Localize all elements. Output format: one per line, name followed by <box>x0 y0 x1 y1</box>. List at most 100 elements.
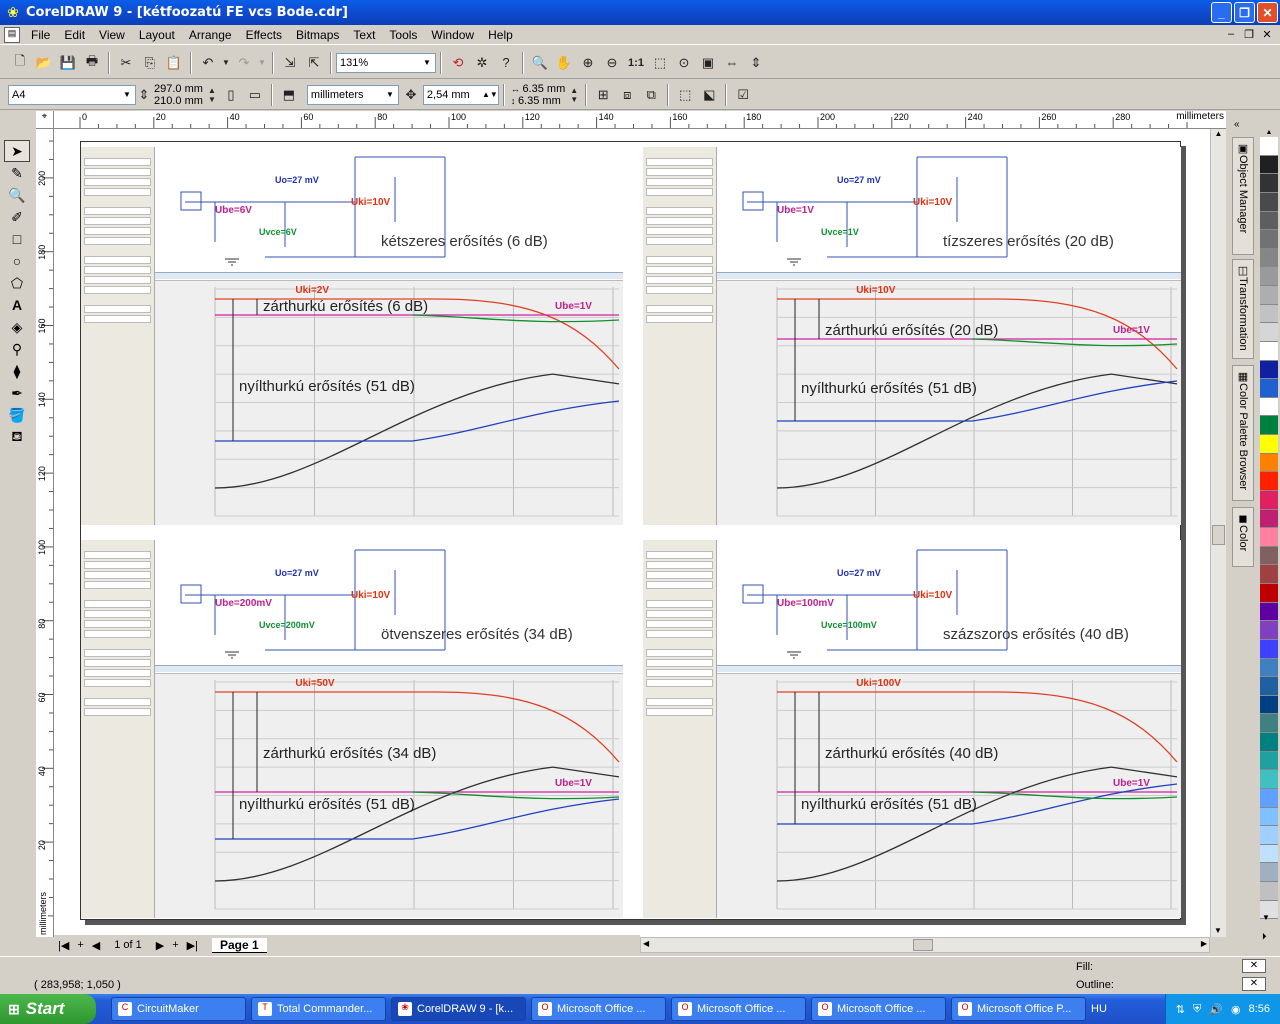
scroll-left-icon[interactable]: ◀ <box>643 939 649 948</box>
last-page-icon[interactable]: ▶| <box>187 939 198 952</box>
snap-to-objects-icon[interactable]: ⧉ <box>640 84 662 106</box>
import-icon[interactable]: ⇲ <box>279 52 301 74</box>
color-swatch[interactable] <box>1260 751 1278 771</box>
docker-transformation[interactable]: ◫ Transformation <box>1232 259 1254 359</box>
corel-online-icon[interactable]: ✲ <box>471 52 493 74</box>
duplicate-distance[interactable]: ↔ 6.35 mm ↕ 6.35 mm <box>511 83 565 107</box>
ruler-origin[interactable]: ⌖ <box>36 111 54 129</box>
pick-tool-icon[interactable]: ➤ <box>4 140 30 162</box>
panel-scrollbar[interactable] <box>717 665 1181 672</box>
menu-view[interactable]: View <box>92 25 132 45</box>
color-swatch[interactable] <box>1260 397 1278 417</box>
whats-this-icon[interactable]: ? <box>495 52 517 74</box>
color-swatch[interactable] <box>1260 621 1278 640</box>
hand-tool-icon[interactable]: ✋ <box>553 52 575 74</box>
menu-file[interactable]: File <box>24 25 57 45</box>
color-swatch[interactable] <box>1260 695 1278 715</box>
start-button[interactable]: ⊞ Start <box>0 994 96 1024</box>
drawing-page[interactable]: Uo=27 mV Ube=6V Uki=10V Uvce=6V kétszeres er… <box>80 141 1181 920</box>
menu-bitmaps[interactable]: Bitmaps <box>289 25 346 45</box>
prev-page-icon[interactable]: ◀ <box>92 939 100 952</box>
menu-edit[interactable]: Edit <box>57 25 92 45</box>
menu-effects[interactable]: Effects <box>239 25 289 45</box>
color-swatch[interactable] <box>1260 155 1278 175</box>
task-total-commander[interactable]: T Total Commander... <box>251 997 386 1021</box>
draw-wireframe-icon[interactable]: ⬕ <box>698 84 720 106</box>
menu-layout[interactable]: Layout <box>132 25 182 45</box>
spinner-icon[interactable]: ▲▼ <box>568 84 580 106</box>
zoom-out-icon[interactable]: ⊖ <box>601 52 623 74</box>
add-page-before-icon[interactable]: + <box>77 939 83 951</box>
redo-icon[interactable]: ↷ <box>233 52 255 74</box>
color-swatch[interactable] <box>1260 844 1278 864</box>
snap-to-grid-icon[interactable]: ⊞ <box>592 84 614 106</box>
zoom-level-combo[interactable]: 131% ▼ <box>336 52 436 73</box>
duplicate-x-field[interactable]: ↔ 6.35 mm <box>511 83 565 95</box>
rectangle-tool-icon[interactable]: □ <box>4 228 30 250</box>
docker-collapse-icon[interactable]: « <box>1234 119 1240 130</box>
docker-object-manager[interactable]: ▣ Object Manager <box>1232 137 1254 255</box>
color-swatch[interactable] <box>1260 453 1278 473</box>
doc-restore-icon[interactable]: ❐ <box>1242 28 1256 41</box>
color-swatch[interactable] <box>1260 230 1278 249</box>
shape-tool-icon[interactable]: ✎ <box>4 162 30 184</box>
interactive-fill-icon[interactable]: ◈ <box>4 316 30 338</box>
interactive-blend-icon[interactable]: ⧫ <box>4 360 30 382</box>
zoom-width-icon[interactable]: ⇔ <box>721 52 743 74</box>
menu-tools[interactable]: Tools <box>382 25 424 45</box>
drawing-canvas[interactable]: Uo=27 mV Ube=6V Uki=10V Uvce=6V kétszeres er… <box>54 129 1226 937</box>
task-office-2[interactable]: O Microsoft Office ... <box>671 997 806 1021</box>
color-swatch[interactable] <box>1260 863 1278 882</box>
zoom-actual-icon[interactable]: 1:1 <box>625 52 647 74</box>
color-swatch[interactable] <box>1260 677 1278 696</box>
zoom-all-icon[interactable]: ⊙ <box>673 52 695 74</box>
tray-icon-volume[interactable]: 🔊 <box>1209 1003 1223 1016</box>
outline-none-icon[interactable]: ✕ <box>1242 977 1266 991</box>
application-launcher-icon[interactable]: ⟲ <box>447 52 469 74</box>
panel-scrollbar[interactable] <box>155 272 623 279</box>
task-office-3[interactable]: O Microsoft Office ... <box>811 997 946 1021</box>
palette-scroll-up-icon[interactable]: ▲ <box>1258 129 1280 137</box>
color-swatch[interactable] <box>1260 714 1278 733</box>
new-icon[interactable]: 🗋 <box>9 52 31 74</box>
color-swatch[interactable] <box>1260 733 1278 752</box>
color-swatch[interactable] <box>1260 509 1278 529</box>
color-swatch[interactable] <box>1260 639 1278 659</box>
color-swatch[interactable] <box>1260 341 1278 361</box>
fill-none-icon[interactable]: ✕ <box>1242 959 1266 973</box>
task-circuitmaker[interactable]: C CircuitMaker <box>111 997 246 1021</box>
color-swatch[interactable] <box>1260 248 1278 268</box>
color-swatch[interactable] <box>1260 267 1278 286</box>
color-swatch[interactable] <box>1260 286 1278 305</box>
close-button[interactable]: ✕ <box>1257 2 1278 23</box>
zoom-in-icon[interactable]: ⊕ <box>577 52 599 74</box>
color-swatch[interactable] <box>1260 304 1278 324</box>
horizontal-ruler[interactable]: 0 20 40 60 80 100 120 140 160 180 200 220 240 260 280 … <box>54 111 1226 129</box>
color-swatch[interactable] <box>1260 770 1278 789</box>
polygon-tool-icon[interactable]: ⬠ <box>4 272 30 294</box>
restore-button[interactable]: ❐ <box>1234 2 1255 23</box>
zoom-page-icon[interactable]: ▣ <box>697 52 719 74</box>
color-swatch[interactable] <box>1260 323 1278 342</box>
color-swatch[interactable] <box>1260 826 1278 845</box>
docker-color-palette-browser[interactable]: ▦ Color Palette Browser <box>1232 365 1254 501</box>
panel-scrollbar[interactable] <box>717 272 1181 279</box>
color-swatch[interactable] <box>1260 174 1278 193</box>
page-height-field[interactable]: 210.0 mm <box>154 95 203 107</box>
color-swatch[interactable] <box>1260 490 1278 510</box>
paint-bucket-icon[interactable]: ⛾ <box>4 426 30 448</box>
units-combo[interactable]: millimeters ▼ <box>306 84 399 105</box>
zoom-height-icon[interactable]: ⇕ <box>745 52 767 74</box>
simulation-panel[interactable]: Uo=27 mV Ube=6V Uki=10V Uvce=6V kétszeres er… <box>81 147 623 525</box>
landscape-icon[interactable]: ▭ <box>244 84 266 106</box>
task-office-1[interactable]: O Microsoft Office ... <box>531 997 666 1021</box>
next-page-icon[interactable]: ▶ <box>156 939 164 952</box>
color-swatch[interactable] <box>1260 565 1278 584</box>
color-swatch[interactable] <box>1260 528 1278 547</box>
task-coreldraw[interactable]: ❀ CorelDRAW 9 - [k... <box>391 997 526 1021</box>
portrait-icon[interactable]: ▯ <box>220 84 242 106</box>
tray-icon-network[interactable]: ⇅ <box>1176 1003 1185 1016</box>
color-swatch[interactable] <box>1260 192 1278 212</box>
color-swatch[interactable] <box>1260 584 1278 603</box>
scroll-up-icon[interactable]: ▲ <box>1211 129 1226 143</box>
